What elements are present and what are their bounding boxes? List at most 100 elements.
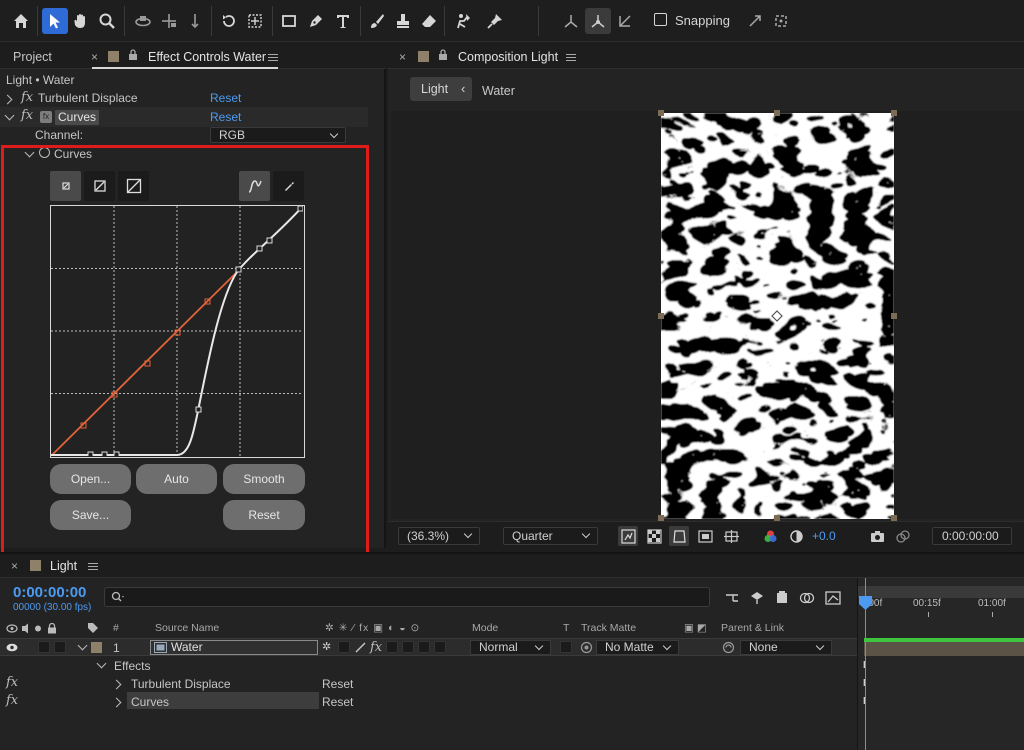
curve-size-small-button[interactable]: [50, 171, 81, 201]
fx-icon[interactable]: fx: [6, 675, 18, 690]
expand-turbulent-icon[interactable]: [111, 679, 122, 690]
timeline-reset-curves[interactable]: Reset: [322, 695, 353, 709]
quality-switch-icon[interactable]: [354, 641, 367, 654]
expand-turbulent-icon[interactable]: [2, 94, 13, 105]
save-button[interactable]: Save...: [50, 500, 131, 530]
view-axis-icon[interactable]: [612, 8, 638, 34]
layer-duration-bar[interactable]: [864, 642, 1024, 656]
selection-tool-icon[interactable]: [42, 8, 68, 34]
layer-label-color[interactable]: [91, 642, 102, 653]
collapse-effects-icon[interactable]: [96, 658, 107, 669]
rectangle-tool-icon[interactable]: [276, 8, 302, 34]
region-of-interest-icon[interactable]: [695, 526, 715, 546]
fast-previews-icon[interactable]: [618, 526, 638, 546]
mask-visibility-icon[interactable]: [669, 526, 689, 546]
tab-project[interactable]: Project: [13, 50, 52, 64]
draft-3d-icon[interactable]: [749, 590, 765, 606]
transform-handle[interactable]: [891, 110, 897, 116]
tab-effect-controls[interactable]: Effect Controls Water: [148, 50, 266, 64]
shy-switch-icon[interactable]: ✲: [322, 641, 334, 653]
exposure-value[interactable]: +0.0: [812, 529, 836, 543]
lock-icon[interactable]: [128, 49, 138, 64]
show-snapshot-icon[interactable]: [892, 526, 912, 546]
anchor-point-icon[interactable]: [771, 310, 783, 322]
rotate-tool-icon[interactable]: [216, 8, 242, 34]
smooth-button[interactable]: Smooth: [223, 464, 305, 494]
transform-handle[interactable]: [891, 313, 897, 319]
close-tab-icon[interactable]: ×: [399, 50, 406, 64]
track-matte-dropdown[interactable]: No Matte: [596, 640, 679, 655]
motion-blur-icon[interactable]: [824, 590, 842, 606]
current-time-field[interactable]: 0:00:00:00: [932, 527, 1012, 545]
time-navigator[interactable]: [858, 586, 1024, 598]
close-tab-icon[interactable]: ×: [11, 559, 18, 573]
transform-handle[interactable]: [774, 110, 780, 116]
type-tool-icon[interactable]: [330, 8, 356, 34]
reset-button[interactable]: Reset: [223, 500, 305, 530]
lock-toggle[interactable]: [54, 641, 66, 653]
tab-composition[interactable]: Composition Light: [458, 50, 558, 64]
timeline-track-area[interactable]: 0:00f 00:15f 01:00f I I I: [857, 578, 1024, 750]
parent-pick-whip-icon[interactable]: [722, 641, 735, 654]
home-icon[interactable]: [8, 8, 34, 34]
frame-blending-icon[interactable]: [799, 590, 815, 606]
reset-curves-link[interactable]: Reset: [210, 110, 241, 124]
collapse-layer-icon[interactable]: [77, 640, 88, 651]
layer-search-input[interactable]: [104, 587, 710, 607]
panel-menu-icon[interactable]: [566, 54, 576, 61]
channel-dropdown[interactable]: RGB: [210, 127, 346, 143]
timeline-effect-turbulent[interactable]: Turbulent Displace: [131, 677, 231, 691]
fx-icon[interactable]: fx: [6, 693, 18, 708]
frame-blend-switch[interactable]: [386, 641, 398, 653]
panel-menu-icon[interactable]: [88, 563, 98, 570]
curve-size-large-button[interactable]: [118, 171, 149, 201]
hide-shy-layers-icon[interactable]: [774, 590, 790, 606]
snap-features-icon[interactable]: [768, 8, 794, 34]
snapshot-camera-icon[interactable]: [867, 526, 887, 546]
magnification-dropdown[interactable]: (36.3%): [398, 527, 480, 545]
effect-switch-icon[interactable]: fx: [370, 640, 382, 655]
brush-tool-icon[interactable]: [364, 8, 390, 34]
timeline-reset-turbulent[interactable]: Reset: [322, 677, 353, 691]
reset-exposure-icon[interactable]: [786, 526, 806, 546]
color-channels-icon[interactable]: [760, 526, 780, 546]
orbit-camera-icon[interactable]: [130, 8, 156, 34]
roto-brush-icon[interactable]: [450, 8, 476, 34]
clone-stamp-icon[interactable]: [390, 8, 416, 34]
blend-mode-dropdown[interactable]: Normal: [470, 640, 551, 655]
fx-icon[interactable]: fx: [21, 90, 33, 105]
curves-graph[interactable]: [50, 205, 305, 458]
lock-icon[interactable]: [438, 49, 448, 64]
pan-behind-icon[interactable]: [242, 8, 268, 34]
world-axis-icon[interactable]: [585, 8, 611, 34]
zoom-tool-icon[interactable]: [94, 8, 120, 34]
playhead-handle-icon[interactable]: [859, 596, 872, 610]
transparency-grid-icon[interactable]: [644, 526, 664, 546]
solo-toggle[interactable]: [38, 641, 50, 653]
breadcrumb-light[interactable]: Light ‹: [410, 77, 472, 101]
expand-curves-icon[interactable]: [111, 697, 122, 708]
snap-edges-icon[interactable]: [742, 8, 768, 34]
panel-menu-icon[interactable]: [268, 54, 278, 61]
pen-tool-icon[interactable]: [303, 8, 329, 34]
pencil-tool-icon[interactable]: [273, 171, 304, 201]
preserve-transparency-toggle[interactable]: [560, 641, 572, 653]
auto-button[interactable]: Auto: [136, 464, 217, 494]
stopwatch-icon[interactable]: [39, 147, 50, 158]
timeline-current-time[interactable]: 0:00:00:00: [13, 584, 86, 601]
local-axis-icon[interactable]: [558, 8, 584, 34]
open-button[interactable]: Open...: [50, 464, 131, 494]
adjustment-layer-switch[interactable]: [418, 641, 430, 653]
composition-viewer[interactable]: [391, 110, 1024, 521]
breadcrumb-water[interactable]: Water: [482, 84, 515, 98]
parent-dropdown[interactable]: None: [740, 640, 832, 655]
motion-blur-switch[interactable]: [402, 641, 414, 653]
transform-handle[interactable]: [658, 313, 664, 319]
reset-turbulent-link[interactable]: Reset: [210, 91, 241, 105]
collapse-curves-property-icon[interactable]: [24, 147, 35, 158]
layer-row-water[interactable]: 1 Water ✲ fx Normal No Matte None: [0, 638, 857, 656]
pan-camera-icon[interactable]: [156, 8, 182, 34]
resolution-dropdown[interactable]: Quarter: [503, 527, 598, 545]
layer-name-field[interactable]: Water: [150, 640, 318, 655]
3d-layer-switch[interactable]: [434, 641, 446, 653]
